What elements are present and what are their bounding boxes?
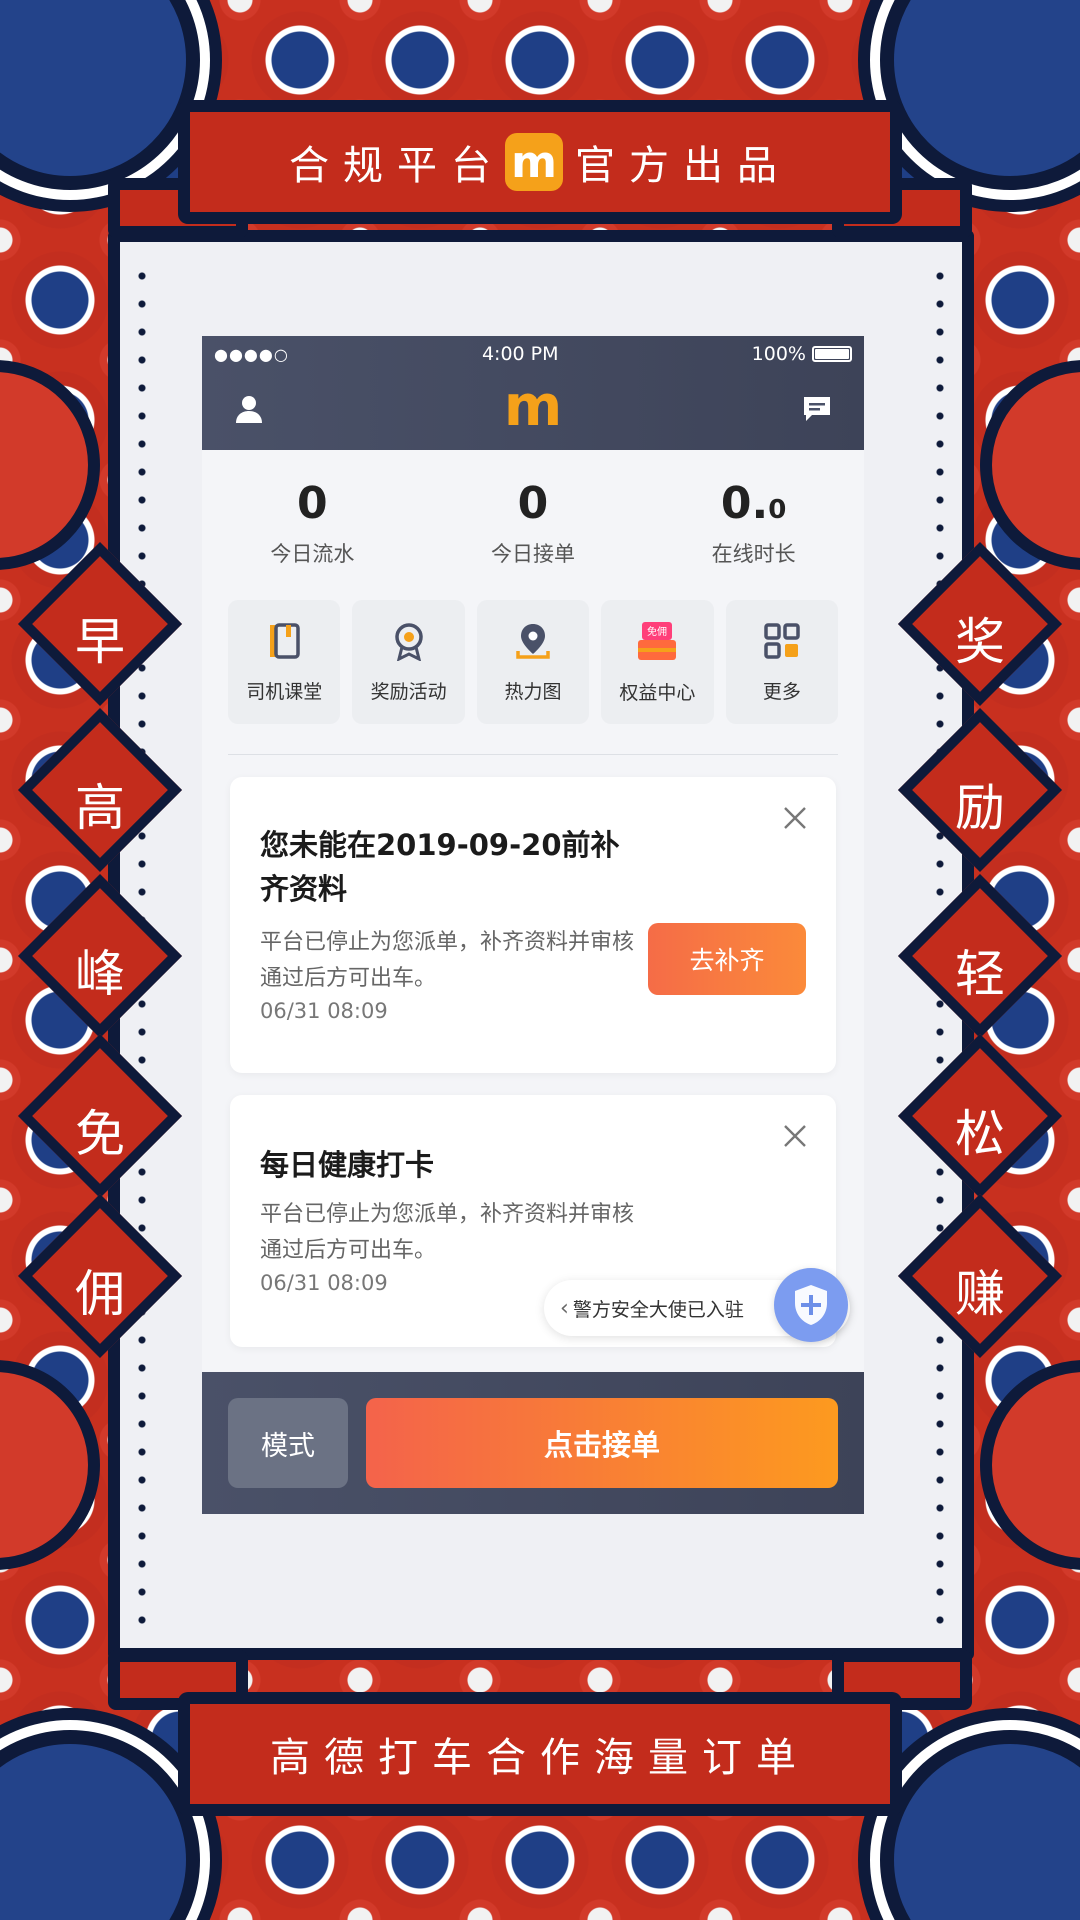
diamond-char: 免 bbox=[75, 1105, 125, 1164]
signal-icon: ●●●●○ bbox=[214, 344, 289, 364]
shortcut-grid: 司机课堂 奖励活动 热力图 免佣 权益中心 更多 bbox=[202, 600, 864, 724]
brand-logo-icon: m bbox=[505, 133, 563, 191]
shortcut-driver-class[interactable]: 司机课堂 bbox=[228, 600, 341, 724]
book-icon bbox=[264, 621, 304, 665]
status-time: 4:00 PM bbox=[481, 343, 559, 365]
card-title: 每日健康打卡 bbox=[260, 1148, 435, 1182]
top-banner-right-text: 官方出品 bbox=[575, 143, 791, 189]
decor-disc bbox=[0, 360, 100, 570]
police-pill-text: 警方安全大使已入驻 bbox=[572, 1298, 744, 1321]
gift-box-icon: 免佣 bbox=[634, 620, 680, 666]
app-screen: ●●●●○ 4:00 PM 100% m 0 今日流水 0 今日接单 0.0 在… bbox=[202, 336, 864, 1514]
stat-today-orders[interactable]: 0 今日接单 bbox=[443, 480, 623, 590]
battery-percent: 100% bbox=[751, 343, 806, 365]
stat-value: 0 bbox=[517, 478, 549, 529]
status-bar: ●●●●○ 4:00 PM 100% bbox=[202, 336, 864, 372]
complete-docs-button[interactable]: 去补齐 bbox=[648, 923, 806, 995]
benefit-badge-text: 免佣 bbox=[647, 625, 667, 638]
bottom-banner: 高德打车合作海量订单 bbox=[178, 1692, 902, 1816]
card-title: 您未能在2019-09-20前补齐资料 bbox=[260, 828, 620, 906]
bottom-banner-text: 高德打车合作海量订单 bbox=[270, 1735, 810, 1781]
mode-button[interactable]: 模式 bbox=[228, 1398, 348, 1488]
diamond-char: 高 bbox=[75, 779, 125, 838]
decor-disc bbox=[980, 1360, 1080, 1570]
accept-order-button[interactable]: 点击接单 bbox=[366, 1398, 838, 1488]
card-time: 06/31 08:09 bbox=[260, 999, 388, 1023]
app-header: ●●●●○ 4:00 PM 100% m bbox=[202, 336, 864, 450]
shortcut-benefits[interactable]: 免佣 权益中心 bbox=[601, 600, 714, 724]
shortcut-label: 热力图 bbox=[504, 680, 562, 703]
user-icon[interactable] bbox=[234, 394, 264, 428]
decor-disc bbox=[980, 360, 1080, 570]
diamond-char: 早 bbox=[75, 613, 125, 672]
shortcut-more[interactable]: 更多 bbox=[725, 600, 839, 724]
bottom-action-bar: 模式 点击接单 bbox=[202, 1372, 864, 1514]
diamond-char: 赚 bbox=[955, 1265, 1005, 1324]
chevron-left-icon: ‹ bbox=[560, 1295, 569, 1321]
stat-label: 今日接单 bbox=[490, 542, 575, 566]
card-body: 平台已停止为您派单，补齐资料并审核通过后方可出车。 bbox=[260, 930, 635, 991]
top-banner-left-text: 合规平台 bbox=[289, 143, 505, 189]
decor-disc bbox=[880, 1730, 1080, 1920]
diamond-char: 轻 bbox=[955, 945, 1005, 1004]
notice-card-documents: 您未能在2019-09-20前补齐资料 平台已停止为您派单，补齐资料并审核通过后… bbox=[230, 777, 836, 1073]
shortcut-label: 权益中心 bbox=[619, 681, 696, 704]
diamond-char: 奖 bbox=[955, 613, 1005, 672]
medal-icon bbox=[389, 621, 429, 665]
card-body: 平台已停止为您派单，补齐资料并审核通过后方可出车。 bbox=[260, 1202, 635, 1263]
battery-indicator: 100% bbox=[752, 343, 852, 365]
stat-value: 0 bbox=[297, 478, 328, 529]
decor-disc bbox=[0, 1730, 200, 1920]
stat-online-hours[interactable]: 0.0 在线时长 bbox=[664, 480, 844, 590]
diamond-char: 松 bbox=[955, 1105, 1005, 1164]
top-banner: 合规平台 m 官方出品 bbox=[178, 100, 902, 224]
shortcut-label: 奖励活动 bbox=[370, 680, 447, 703]
shortcut-label: 更多 bbox=[762, 680, 801, 703]
diamond-char: 佣 bbox=[75, 1265, 125, 1324]
shortcut-label: 司机课堂 bbox=[246, 680, 323, 703]
grid-icon bbox=[762, 621, 802, 665]
battery-icon bbox=[811, 346, 852, 362]
stats-row: 0 今日流水 0 今日接单 0.0 在线时长 bbox=[202, 450, 864, 590]
location-pin-icon bbox=[513, 621, 553, 665]
decor-disc bbox=[0, 0, 200, 190]
stat-label: 今日流水 bbox=[270, 542, 355, 566]
decor-disc bbox=[0, 1360, 100, 1570]
close-icon[interactable] bbox=[782, 805, 808, 831]
shield-plus-icon[interactable] bbox=[774, 1268, 848, 1342]
decor-disc bbox=[880, 0, 1080, 190]
stat-label: 在线时长 bbox=[711, 542, 796, 566]
close-icon[interactable] bbox=[782, 1123, 808, 1149]
nav-row: m bbox=[202, 372, 864, 450]
shortcut-rewards[interactable]: 奖励活动 bbox=[352, 600, 465, 724]
app-logo: m bbox=[503, 374, 563, 439]
diamond-char: 励 bbox=[955, 779, 1005, 838]
diamond-char: 峰 bbox=[75, 945, 125, 1004]
stat-today-income[interactable]: 0 今日流水 bbox=[222, 480, 402, 590]
stat-value: 0.0 bbox=[720, 478, 787, 529]
message-icon[interactable] bbox=[802, 395, 832, 427]
shortcut-heatmap[interactable]: 热力图 bbox=[476, 600, 590, 724]
divider bbox=[228, 754, 838, 755]
